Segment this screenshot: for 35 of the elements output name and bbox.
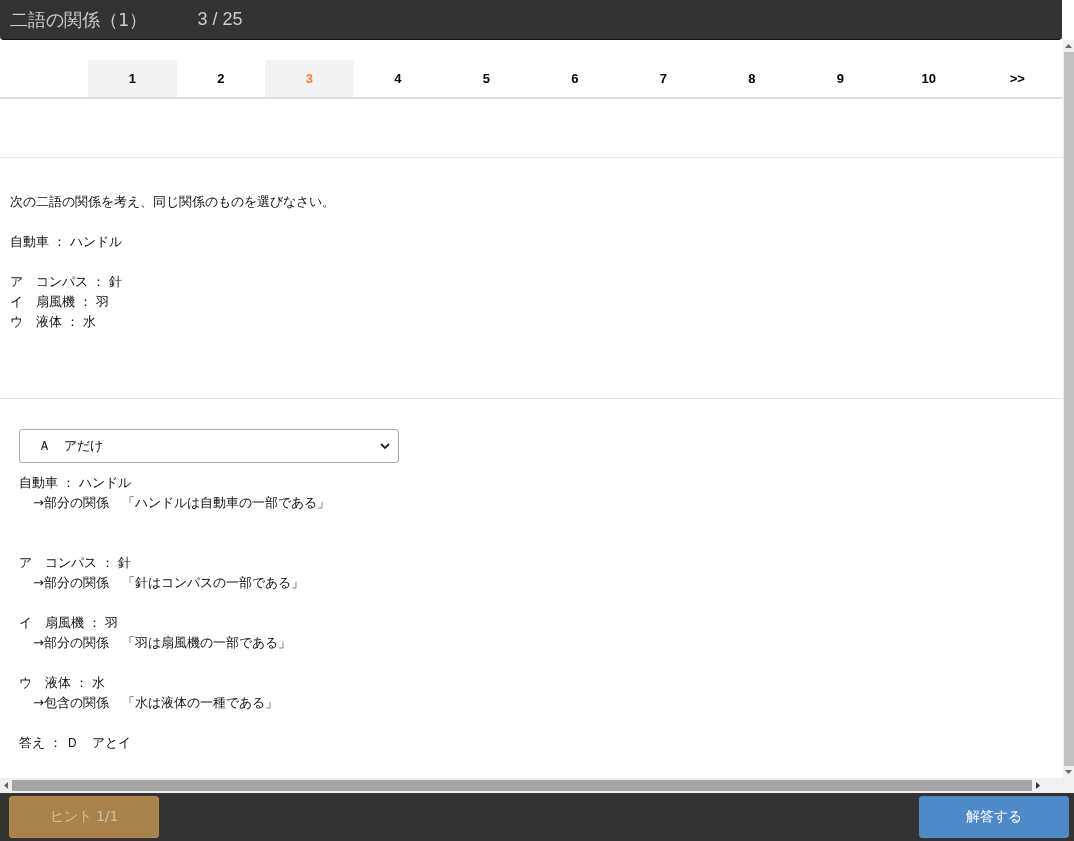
submit-answer-button[interactable]: 解答する <box>919 796 1069 838</box>
word-pair: ウ 液体 ： 水 <box>19 674 107 692</box>
vertical-scrollbar[interactable] <box>1063 40 1074 778</box>
page-tab[interactable]: 10 <box>884 60 973 97</box>
page-tab[interactable]: 6 <box>530 60 619 97</box>
word-pair: ア コンパス ： 針 <box>19 554 133 572</box>
word-pair: 自動車 ： ハンドル <box>19 474 133 492</box>
word-pair: イ 扇風機 ： 羽 <box>19 614 120 632</box>
horizontal-scrollbar[interactable] <box>0 778 1074 793</box>
quiz-title: 二語の関係（1） <box>10 7 148 32</box>
word-pair: 自動車 ： ハンドル <box>10 233 124 251</box>
scroll-up-icon[interactable] <box>1065 44 1072 48</box>
answer-option: ウ 液体 ： 水 <box>10 312 1053 332</box>
relation-explanation: →部分の関係 「ハンドルは自動車の一部である」 <box>32 494 331 512</box>
answer-option: ア コンパス ： 針 <box>10 272 1053 292</box>
relation-explanation: →部分の関係 「針はコンパスの一部である」 <box>32 574 305 592</box>
answer-dropdown[interactable]: Ａ アだけ <box>19 429 399 463</box>
answer-option: イ 扇風機 ： 羽 <box>10 292 1053 312</box>
page-tab[interactable]: 8 <box>707 60 796 97</box>
page-tab[interactable]: 5 <box>442 60 531 97</box>
page-tab[interactable]: 7 <box>619 60 708 97</box>
page-tab[interactable]: >> <box>973 60 1062 97</box>
page-tab[interactable]: 4 <box>353 60 442 97</box>
chevron-down-icon <box>380 442 390 450</box>
relation-explanation: →部分の関係 「羽は扇風機の一部である」 <box>32 634 292 652</box>
page-tab[interactable]: 9 <box>796 60 885 97</box>
correct-answer: 答え ： Ｄ アとイ <box>19 734 133 752</box>
scroll-left-icon[interactable] <box>4 782 8 789</box>
page-tab[interactable]: 2 <box>176 60 265 97</box>
question-counter: 3 / 25 <box>197 9 243 30</box>
question-instruction: 次の二語の関係を考え、同じ関係のものを選びなさい。 <box>10 193 336 211</box>
scroll-down-icon[interactable] <box>1065 770 1072 774</box>
relation-explanation: →包含の関係 「水は液体の一種である」 <box>32 694 279 712</box>
page-tab[interactable]: 1 <box>88 60 177 97</box>
scroll-right-icon[interactable] <box>1036 782 1040 789</box>
